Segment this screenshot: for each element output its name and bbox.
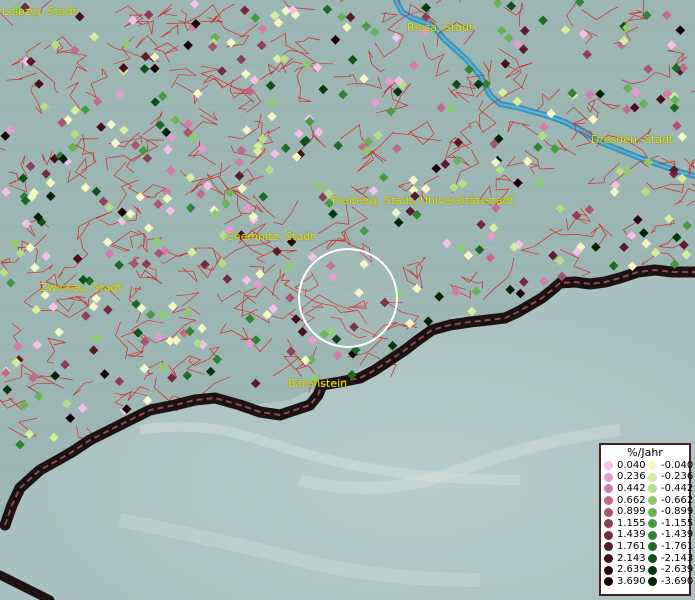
legend-title: %/Jahr [627,446,663,459]
legend-row: 0.442 -0.442 [601,482,693,495]
legend-swatch-icon [648,542,657,552]
legend-value: -1.761 [661,540,694,552]
legend-row: 3.690 -3.690 [601,575,693,588]
legend-row: 2.639 -2.639 [601,564,693,576]
legend: %/Jahr 0.040 -0.040 0.236 -0.236 0.442 -0.442… [599,443,693,596]
legend-row: 0.899 -0.899 [601,506,693,518]
legend-swatch-icon [648,554,657,564]
legend-entry-negative: -1.155 [645,518,693,529]
legend-entry-positive: 0.899 [601,506,646,518]
legend-row: 0.236 -0.236 [601,471,693,484]
legend-swatch-icon [648,496,657,506]
legend-value: -1.155 [661,517,694,529]
legend-value: 1.761 [617,540,646,552]
legend-entry-positive: 0.442 [601,482,646,494]
legend-swatch-icon [604,542,613,552]
legend-row: 0.662 -0.662 [601,494,693,507]
legend-swatch-icon [604,554,613,564]
legend-value: 0.899 [617,506,646,518]
legend-swatch-icon [604,472,613,482]
legend-value: -2.639 [661,564,694,576]
legend-row: 1.761 -1.761 [601,540,693,553]
legend-swatch-icon [648,565,657,575]
map-canvas [0,0,695,600]
legend-value: -2.143 [661,552,694,564]
legend-value: 1.155 [617,517,646,529]
legend-row: 1.439 -1.439 [601,529,693,542]
selection-circle-icon[interactable] [298,248,398,348]
legend-value: 0.442 [617,482,646,494]
legend-value: 0.040 [617,459,646,471]
legend-entry-positive: 0.040 [601,459,646,471]
legend-rows: 0.040 -0.040 0.236 -0.236 0.442 -0.442 0.662 -0… [601,459,693,588]
legend-entry-negative: -0.040 [645,460,693,471]
legend-swatch-icon [604,461,613,471]
legend-row: 0.040 -0.040 [601,459,693,472]
legend-entry-positive: 1.155 [601,517,646,529]
legend-swatch-icon [604,484,613,494]
legend-value: -0.236 [661,471,694,483]
legend-row: 1.155 -1.155 [601,517,693,530]
legend-value: 3.690 [617,575,646,587]
legend-entry-negative: -3.690 [645,576,693,587]
legend-entry-negative: -0.236 [645,472,693,482]
legend-swatch-icon [648,507,657,517]
legend-entry-positive: 1.439 [601,529,646,541]
legend-entry-negative: -0.442 [645,483,693,494]
legend-entry-positive: 0.236 [601,471,646,483]
legend-value: 2.143 [617,552,646,564]
legend-entry-positive: 2.639 [601,564,646,576]
legend-value: 0.662 [617,494,646,506]
legend-swatch-icon [648,519,657,529]
legend-swatch-icon [604,496,613,506]
legend-row: 2.143 -2.143 [601,552,693,565]
legend-entry-positive: 2.143 [601,552,646,564]
legend-swatch-icon [648,472,657,482]
legend-value: 2.639 [617,564,646,576]
legend-swatch-icon [604,565,613,575]
legend-value: 1.439 [617,529,646,541]
legend-value: -0.442 [661,482,694,494]
legend-swatch-icon [648,461,657,471]
legend-swatch-icon [604,507,613,517]
legend-swatch-icon [648,530,657,540]
legend-swatch-icon [604,530,613,540]
legend-swatch-icon [648,577,657,587]
legend-entry-negative: -2.143 [645,553,693,564]
legend-entry-positive: 3.690 [601,575,646,587]
legend-value: -1.439 [661,529,694,541]
legend-entry-positive: 0.662 [601,494,646,506]
legend-value: -0.662 [661,494,694,506]
legend-value: -3.690 [661,575,694,587]
legend-entry-negative: -1.761 [645,541,693,552]
legend-value: -0.040 [661,459,694,471]
legend-swatch-icon [648,484,657,494]
legend-entry-positive: 1.761 [601,540,646,552]
legend-value: -0.899 [661,506,694,518]
legend-swatch-icon [604,577,613,587]
legend-entry-negative: -1.439 [645,530,693,540]
legend-entry-negative: -2.639 [645,565,693,575]
legend-entry-negative: -0.899 [645,507,693,517]
legend-swatch-icon [604,519,613,529]
legend-entry-negative: -0.662 [645,495,693,506]
legend-value: 0.236 [617,471,646,483]
map-view[interactable]: Leipzig, Stadt Riesa, Stadt Dresden, Sta… [0,0,695,600]
